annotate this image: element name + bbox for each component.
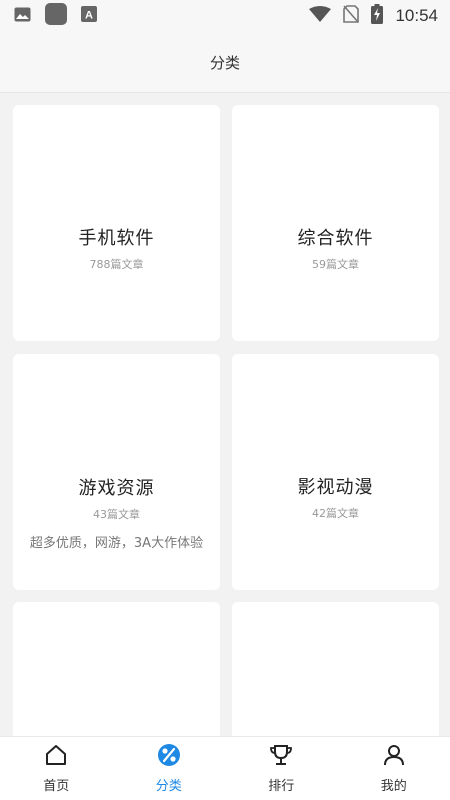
category-count: 788篇文章 (89, 258, 144, 271)
category-card-general-software[interactable]: 综合软件 59篇文章 (232, 105, 439, 341)
category-card-mobile-software[interactable]: 手机软件 788篇文章 (13, 105, 220, 341)
status-time: 10:54 (395, 6, 438, 25)
category-count: 59篇文章 (312, 258, 359, 271)
trophy-icon (269, 743, 293, 771)
battery-charging-icon (371, 4, 384, 28)
nav-label: 我的 (380, 779, 407, 794)
category-title: 影视动漫 (297, 477, 374, 498)
nav-label: 首页 (43, 779, 70, 794)
category-grid: 手机软件 788篇文章 综合软件 59篇文章 游戏资源 43篇文章 超多优质，网… (0, 93, 450, 736)
bottom-nav: 首页 分类 排行 我的 (0, 736, 450, 800)
category-card-film-anime[interactable]: 影视动漫 42篇文章 (232, 354, 439, 590)
nav-item-category[interactable]: 分类 (113, 737, 226, 800)
category-count: 42篇文章 (312, 507, 359, 520)
app-square-icon (45, 3, 67, 29)
font-icon: A (81, 6, 97, 26)
category-title: 手机软件 (78, 228, 155, 249)
category-card[interactable] (13, 602, 220, 736)
status-bar: A 10:54 (0, 0, 450, 32)
user-icon (382, 743, 406, 771)
category-description: 超多优质，网游，3A大作体验 (29, 535, 204, 551)
svg-text:A: A (85, 10, 93, 22)
nav-label: 排行 (268, 779, 295, 794)
wifi-icon (309, 6, 332, 26)
nav-item-profile[interactable]: 我的 (338, 737, 450, 800)
page-header: 分类 (0, 32, 450, 93)
image-icon (14, 7, 31, 26)
home-icon (44, 743, 68, 771)
no-sim-icon (343, 5, 360, 27)
category-count: 43篇文章 (93, 507, 140, 521)
nav-label: 分类 (155, 779, 182, 794)
category-title: 综合软件 (297, 228, 374, 249)
category-card[interactable] (232, 602, 439, 736)
category-icon (157, 743, 181, 771)
category-title: 游戏资源 (78, 477, 155, 499)
nav-item-home[interactable]: 首页 (0, 737, 113, 800)
page-title: 分类 (209, 53, 240, 72)
category-card-game-resources[interactable]: 游戏资源 43篇文章 超多优质，网游，3A大作体验 (13, 354, 220, 590)
nav-item-ranking[interactable]: 排行 (225, 737, 338, 800)
